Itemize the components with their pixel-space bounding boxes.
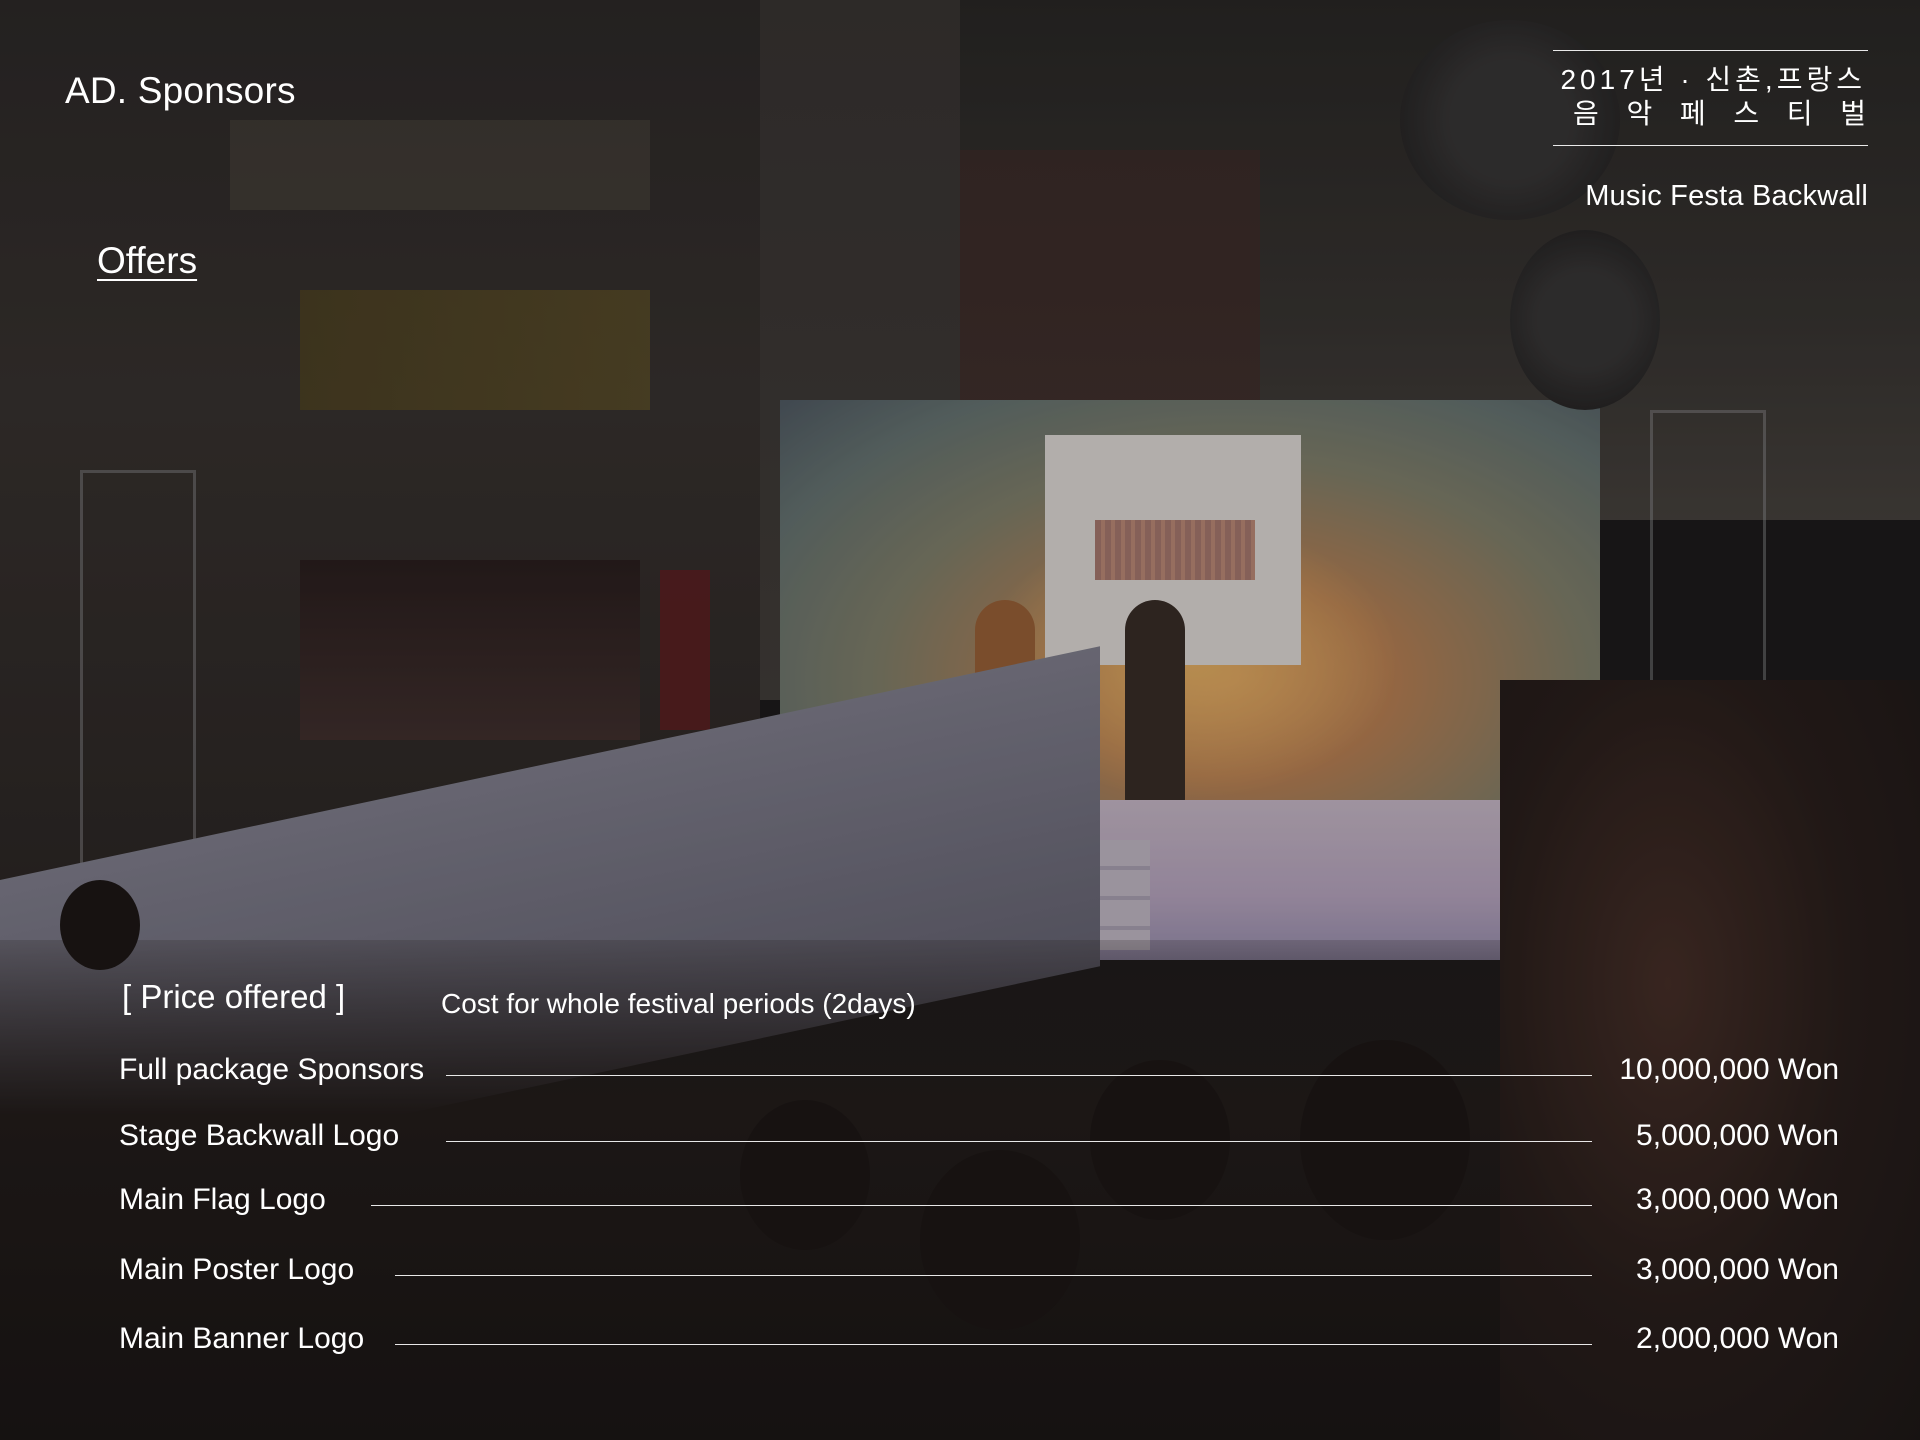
slide: AD. Sponsors 2017년 · 신촌,프랑스 음 악 페 스 티 벌 … [0,0,1920,1440]
title-char: 페 [1679,98,1706,129]
leader-line [395,1344,1592,1345]
leader-line [395,1275,1592,1276]
price-item-value: 5,000,000 Won [1636,1119,1839,1152]
festival-title-block: 2017년 · 신촌,프랑스 음 악 페 스 티 벌 [1553,50,1868,146]
price-row: Main Flag Logo 3,000,000 Won [119,1183,1839,1227]
price-row: Main Poster Logo 3,000,000 Won [119,1253,1839,1297]
price-item-value: 10,000,000 Won [1619,1053,1839,1086]
price-item-name: Main Banner Logo [119,1322,365,1355]
title-char: 스 [1733,98,1760,129]
price-item-value: 3,000,000 Won [1636,1183,1839,1216]
title-char: 티 [1786,98,1813,129]
leader-line [371,1205,1592,1206]
price-section-label: [ Price offered ] [122,978,346,1015]
price-item-name: Main Poster Logo [119,1253,355,1286]
price-item-value: 2,000,000 Won [1636,1322,1839,1355]
price-item-name: Main Flag Logo [119,1183,326,1216]
offers-link[interactable]: Offers [97,240,197,282]
price-item-value: 3,000,000 Won [1636,1253,1839,1286]
price-row: Main Banner Logo 2,000,000 Won [119,1322,1839,1366]
festival-title-line1: 2017년 · 신촌,프랑스 [1560,64,1866,95]
price-item-name: Stage Backwall Logo [119,1119,400,1152]
section-title: AD. Sponsors [65,70,296,111]
price-row: Stage Backwall Logo 5,000,000 Won [119,1119,1839,1163]
leader-line [446,1075,1592,1076]
price-item-name: Full package Sponsors [119,1053,425,1086]
price-section-note: Cost for whole festival periods (2days) [441,988,916,1019]
price-row: Full package Sponsors 10,000,000 Won [119,1053,1839,1097]
festival-title-line2: 음 악 페 스 티 벌 [1553,97,1868,131]
leader-line [446,1141,1592,1142]
slide-subtitle: Music Festa Backwall [1585,180,1868,212]
title-char: 악 [1626,98,1653,129]
title-char: 음 [1573,98,1599,129]
title-char: 벌 [1840,98,1866,129]
